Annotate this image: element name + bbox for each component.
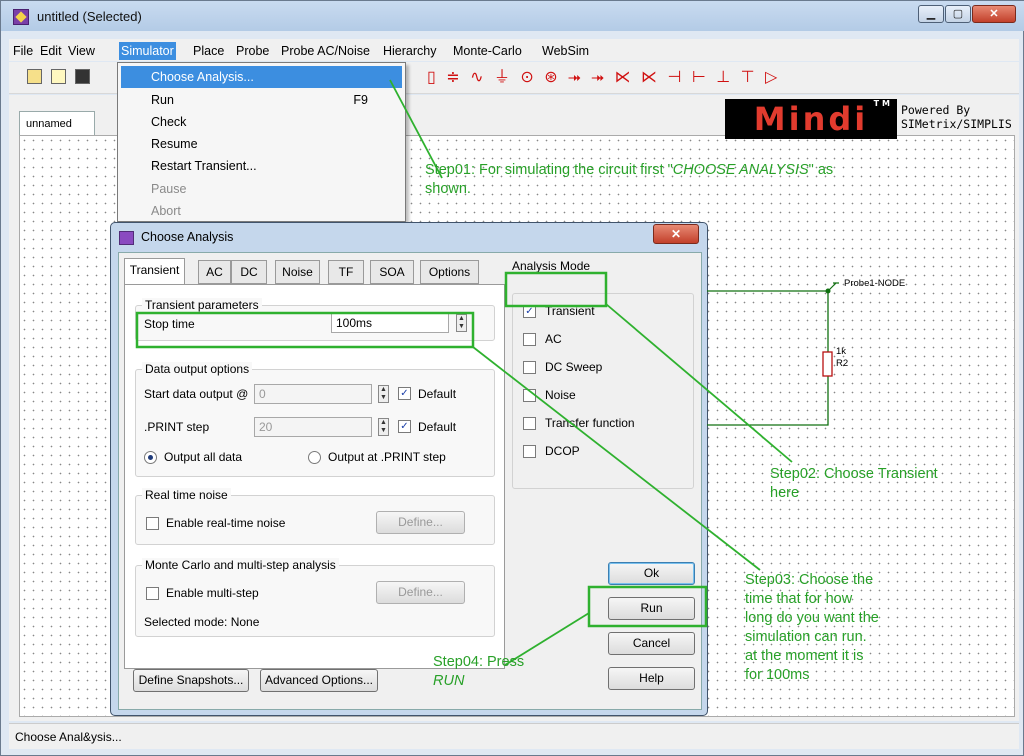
step03-line5: at the moment it is bbox=[745, 648, 864, 664]
step03-pointer-line bbox=[472, 346, 761, 571]
step02-pointer-line bbox=[605, 303, 793, 463]
step02-note-line2: here bbox=[770, 485, 800, 501]
step04-note-line2: RUN bbox=[433, 673, 465, 689]
step04-note: Step04: Press bbox=[433, 654, 525, 670]
probe-marker bbox=[827, 282, 839, 292]
step01-note: Step01: For simulating the circuit first… bbox=[425, 162, 834, 178]
resistor-symbol bbox=[822, 351, 833, 377]
step03-line1: Step03: Choose the bbox=[745, 572, 874, 588]
stop-time-highlight-box bbox=[135, 311, 475, 349]
annotation-overlay bbox=[135, 79, 839, 666]
transient-highlight-box bbox=[504, 271, 608, 308]
step03-line4: simulation can run. bbox=[745, 629, 867, 645]
run-highlight-box bbox=[587, 585, 708, 628]
step02-note: Step02: Choose Transient bbox=[770, 466, 938, 482]
step01-note-line2: shown. bbox=[425, 181, 471, 197]
step03-line3: long do you want the bbox=[745, 610, 879, 626]
step03-line6: for 100ms bbox=[745, 667, 810, 683]
step03-line2: time that for how bbox=[745, 591, 853, 607]
